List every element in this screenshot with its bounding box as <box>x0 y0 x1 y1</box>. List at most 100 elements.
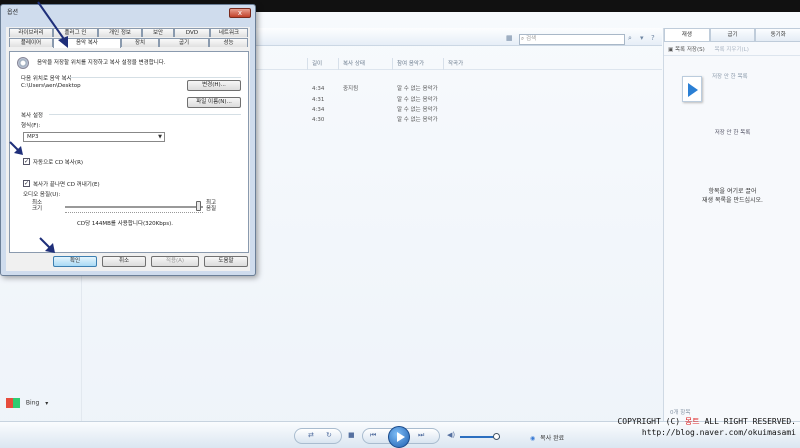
table-row[interactable]: 4:34 중지됨 알 수 없는 음악가 <box>255 85 662 94</box>
copyright-name: 몽트 <box>684 417 700 426</box>
track-artist: 알 수 없는 음악가 <box>397 107 438 113</box>
change-location-button[interactable]: 변경(H)... <box>187 80 241 91</box>
tab-devices[interactable]: 장치 <box>121 38 159 47</box>
column-divider <box>443 58 444 70</box>
eject-label: 복사가 끝나면 CD 꺼내기(E) <box>33 182 100 188</box>
track-length: 4:34 <box>312 86 325 92</box>
min-size-label: 최소 크기 <box>31 200 43 212</box>
shuffle-icon[interactable]: ⇄ <box>308 431 314 439</box>
tab-play[interactable]: 재생 <box>664 28 710 42</box>
tab-performance[interactable]: 성능 <box>209 38 248 47</box>
auto-rip-checkbox[interactable]: ✓ <box>23 158 30 165</box>
windows-flag-icon <box>6 398 20 408</box>
format-selected-value: MP3 <box>27 134 39 140</box>
search-input[interactable]: ⌕ 검색 <box>519 34 625 45</box>
play-button[interactable] <box>388 426 410 448</box>
audio-quality-slider-thumb[interactable] <box>195 201 201 211</box>
annotation-arrow <box>9 141 23 155</box>
copyright-prefix: COPYRIGHT (C) <box>617 417 681 426</box>
items-count: 0개 항목 <box>670 410 691 416</box>
table-row[interactable]: 4:30 알 수 없는 음악가 <box>255 116 662 125</box>
next-icon[interactable]: ⏭ <box>418 431 424 440</box>
annotation-arrow <box>37 1 68 48</box>
rip-settings-label: 복사 설정 <box>21 113 43 119</box>
tab-network[interactable]: 네트워크 <box>210 28 248 37</box>
previous-icon[interactable]: ⏮ <box>370 431 376 440</box>
list-pane-tabs: 재생 굽기 동기화 <box>664 28 800 42</box>
cd-icon <box>17 57 29 69</box>
apply-button[interactable]: 적용(A) <box>151 256 199 267</box>
rip-path: C:\Users\aen\Desktop <box>21 83 81 89</box>
tab-privacy[interactable]: 개인 정보 <box>98 28 142 37</box>
copyright-suffix: ALL RIGHT RESERVED. <box>704 417 796 426</box>
rip-status-text: 복사 완료 <box>540 435 565 442</box>
dropdown-arrow-icon[interactable]: ▾ <box>640 34 644 42</box>
track-artist: 알 수 없는 음악가 <box>397 86 438 92</box>
save-list-button[interactable]: 목록 저장(S) <box>675 47 705 53</box>
column-header-rip-status[interactable]: 복사 상태 <box>343 58 365 70</box>
repeat-icon[interactable]: ↻ <box>326 431 332 439</box>
group-divider <box>69 77 241 78</box>
disc-icon: ◉ <box>530 435 536 442</box>
rip-location-label: 다음 위치로 음악 복사 <box>21 76 72 82</box>
nav-item-bing-label: Bing <box>25 399 40 407</box>
copyright-watermark: COPYRIGHT (C) 몽트 ALL RIGHT RESERVED. htt… <box>617 416 796 438</box>
auto-rip-label: 자동으로 CD 복사(R) <box>33 160 84 166</box>
column-header-length[interactable]: 길이 <box>312 58 322 70</box>
shuffle-repeat-group <box>294 428 342 444</box>
volume-icon[interactable]: ◀) <box>447 431 455 439</box>
track-status: 중지됨 <box>343 86 359 92</box>
list-toolbar: ▣ 목록 저장(S) 목록 지우기(L) <box>664 44 800 56</box>
tab-burn[interactable]: 굽기 <box>709 28 756 42</box>
usage-text: CD당 144MB를 사용합니다(320Kbps). <box>77 221 174 227</box>
list-pane: 재생 굽기 동기화 ▣ 목록 저장(S) 목록 지우기(L) 저장 안 한 목록… <box>663 28 800 421</box>
search-icon: ⌕ <box>521 36 525 42</box>
nav-item-bing[interactable]: Bing ▾ <box>6 398 48 408</box>
help-button[interactable]: 도움말 <box>204 256 248 267</box>
eject-checkbox[interactable]: ✓ <box>23 180 30 187</box>
column-divider <box>392 58 393 70</box>
tab-dvd[interactable]: DVD <box>174 28 210 37</box>
column-header-artist[interactable]: 참여 음악가 <box>397 58 424 70</box>
track-length: 4:31 <box>312 97 325 103</box>
help-icon[interactable]: ? <box>651 34 655 42</box>
group-divider <box>49 114 241 115</box>
audio-quality-slider[interactable] <box>65 206 203 208</box>
track-artist: 알 수 없는 음악가 <box>397 117 438 123</box>
column-divider <box>338 58 339 70</box>
track-length: 4:34 <box>312 107 325 113</box>
tab-sync[interactable]: 동기화 <box>755 28 800 42</box>
ok-button[interactable]: 확인 <box>53 256 97 267</box>
table-row[interactable]: 4:31 알 수 없는 음악가 <box>255 96 662 105</box>
cancel-button[interactable]: 취소 <box>102 256 146 267</box>
stop-icon[interactable]: ■ <box>348 431 355 439</box>
column-header-composer[interactable]: 작곡가 <box>448 58 463 70</box>
tab-security[interactable]: 보안 <box>142 28 174 37</box>
search-placeholder: 검색 <box>526 36 537 42</box>
view-options-icon[interactable]: ▦ <box>506 34 513 42</box>
track-artist: 알 수 없는 음악가 <box>397 97 438 103</box>
volume-slider-thumb[interactable] <box>493 433 500 440</box>
rip-status: ◉ 복사 완료 <box>530 433 564 442</box>
format-select[interactable]: MP3 ▼ <box>23 132 165 142</box>
dialog-title: 옵션 <box>7 9 19 16</box>
track-length: 4:30 <box>312 117 325 123</box>
close-button[interactable]: x <box>229 8 251 18</box>
search-submit-icon[interactable]: ⌕ <box>628 34 632 43</box>
annotation-arrow <box>39 237 55 253</box>
drag-hint-line2: 재생 목록을 만드십시오. <box>702 197 763 204</box>
playlist-icon <box>682 76 702 102</box>
dialog-description: 음악을 저장할 위치를 지정하고 복사 설정을 변경합니다. <box>37 60 166 66</box>
close-icon: x <box>237 9 243 17</box>
chevron-down-icon: ▾ <box>45 399 49 407</box>
slider-ticks <box>65 212 203 215</box>
file-name-button[interactable]: 파일 이름(N)... <box>187 97 241 108</box>
copyright-url: http://blog.naver.com/okuimasami <box>641 428 796 437</box>
tab-burn[interactable]: 굽기 <box>159 38 209 47</box>
table-row[interactable]: 4:34 알 수 없는 음악가 <box>255 106 662 115</box>
clear-list-button[interactable]: 목록 지우기(L) <box>714 47 748 53</box>
best-quality-label: 최고 음질 <box>205 200 217 212</box>
save-disk-icon: ▣ <box>668 47 674 53</box>
column-divider <box>307 58 308 70</box>
audio-quality-label: 오디오 음질(U): <box>23 192 61 198</box>
